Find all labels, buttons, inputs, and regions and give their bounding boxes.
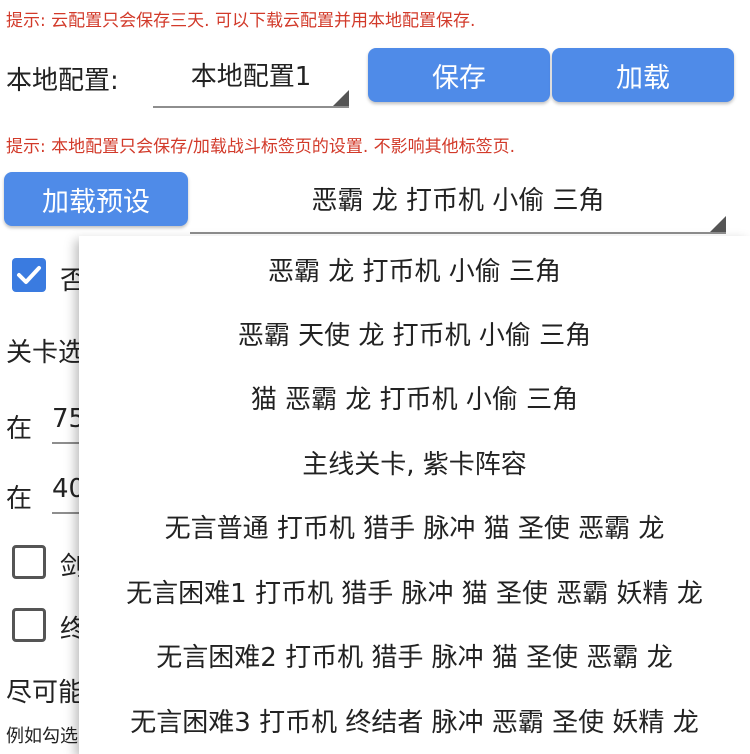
preset-option[interactable]: 无言普通 打币机 猎手 脉冲 猫 圣使 恶霸 龙 bbox=[79, 494, 750, 558]
row1-input[interactable]: 75 bbox=[52, 404, 79, 444]
preset-option[interactable]: 无言困难2 打币机 猎手 脉冲 猫 圣使 恶霸 龙 bbox=[79, 623, 750, 687]
preset-option[interactable]: 猫 恶霸 龙 打币机 小偷 三角 bbox=[79, 365, 750, 429]
row1-prefix: 在 bbox=[6, 414, 33, 444]
load-button[interactable]: 加载 bbox=[552, 48, 734, 102]
preset-selected: 恶霸 龙 打币机 小偷 三角 bbox=[311, 186, 605, 216]
checkbox-1[interactable] bbox=[12, 258, 46, 292]
preset-option[interactable]: 无言困难3 打币机 终结者 脉冲 恶霸 圣使 妖精 龙 bbox=[79, 688, 750, 752]
dropdown-arrow-icon bbox=[333, 90, 349, 106]
local-config-hint: 提示: 本地配置只会保存/加载战斗标签页的设置. 不影响其他标签页. bbox=[6, 137, 516, 157]
local-config-dropdown[interactable]: 本地配置1 bbox=[153, 52, 349, 108]
save-button[interactable]: 保存 bbox=[368, 48, 550, 102]
preset-option[interactable]: 恶霸 龙 打币机 小偷 三角 bbox=[79, 237, 750, 301]
preset-option[interactable]: 无言困难1 打币机 猎手 脉冲 猫 圣使 恶霸 妖精 龙 bbox=[79, 559, 750, 623]
local-config-label: 本地配置: bbox=[6, 66, 119, 96]
preset-dropdown-list: 恶霸 龙 打币机 小偷 三角 恶霸 天使 龙 打币机 小偷 三角 猫 恶霸 龙 … bbox=[79, 236, 750, 754]
dropdown-arrow-icon bbox=[710, 216, 726, 232]
row2-prefix: 在 bbox=[6, 484, 33, 514]
checkbox-3[interactable] bbox=[12, 608, 46, 642]
checkbox-1-label: 否 bbox=[60, 266, 80, 296]
cloud-config-hint: 提示: 云配置只会保存三天. 可以下载云配置并用本地配置保存. bbox=[6, 11, 476, 31]
checkbox-2-label: 剑 bbox=[60, 552, 80, 582]
row2-input[interactable]: 40 bbox=[52, 474, 79, 514]
example-text: 例如勾选 bbox=[6, 726, 78, 747]
checkbox-3-label: 终 bbox=[60, 615, 80, 645]
load-preset-button[interactable]: 加载预设 bbox=[4, 172, 188, 226]
checkbox-2[interactable] bbox=[12, 545, 46, 579]
preset-option[interactable]: 主线关卡, 紫卡阵容 bbox=[79, 430, 750, 494]
checkmark-icon bbox=[17, 266, 41, 284]
bottom-text: 尽可能 bbox=[6, 678, 80, 708]
level-section-label: 关卡选 bbox=[6, 338, 80, 368]
local-config-selected: 本地配置1 bbox=[190, 62, 312, 92]
preset-option[interactable]: 恶霸 天使 龙 打币机 小偷 三角 bbox=[79, 301, 750, 365]
preset-dropdown[interactable]: 恶霸 龙 打币机 小偷 三角 bbox=[190, 172, 726, 234]
